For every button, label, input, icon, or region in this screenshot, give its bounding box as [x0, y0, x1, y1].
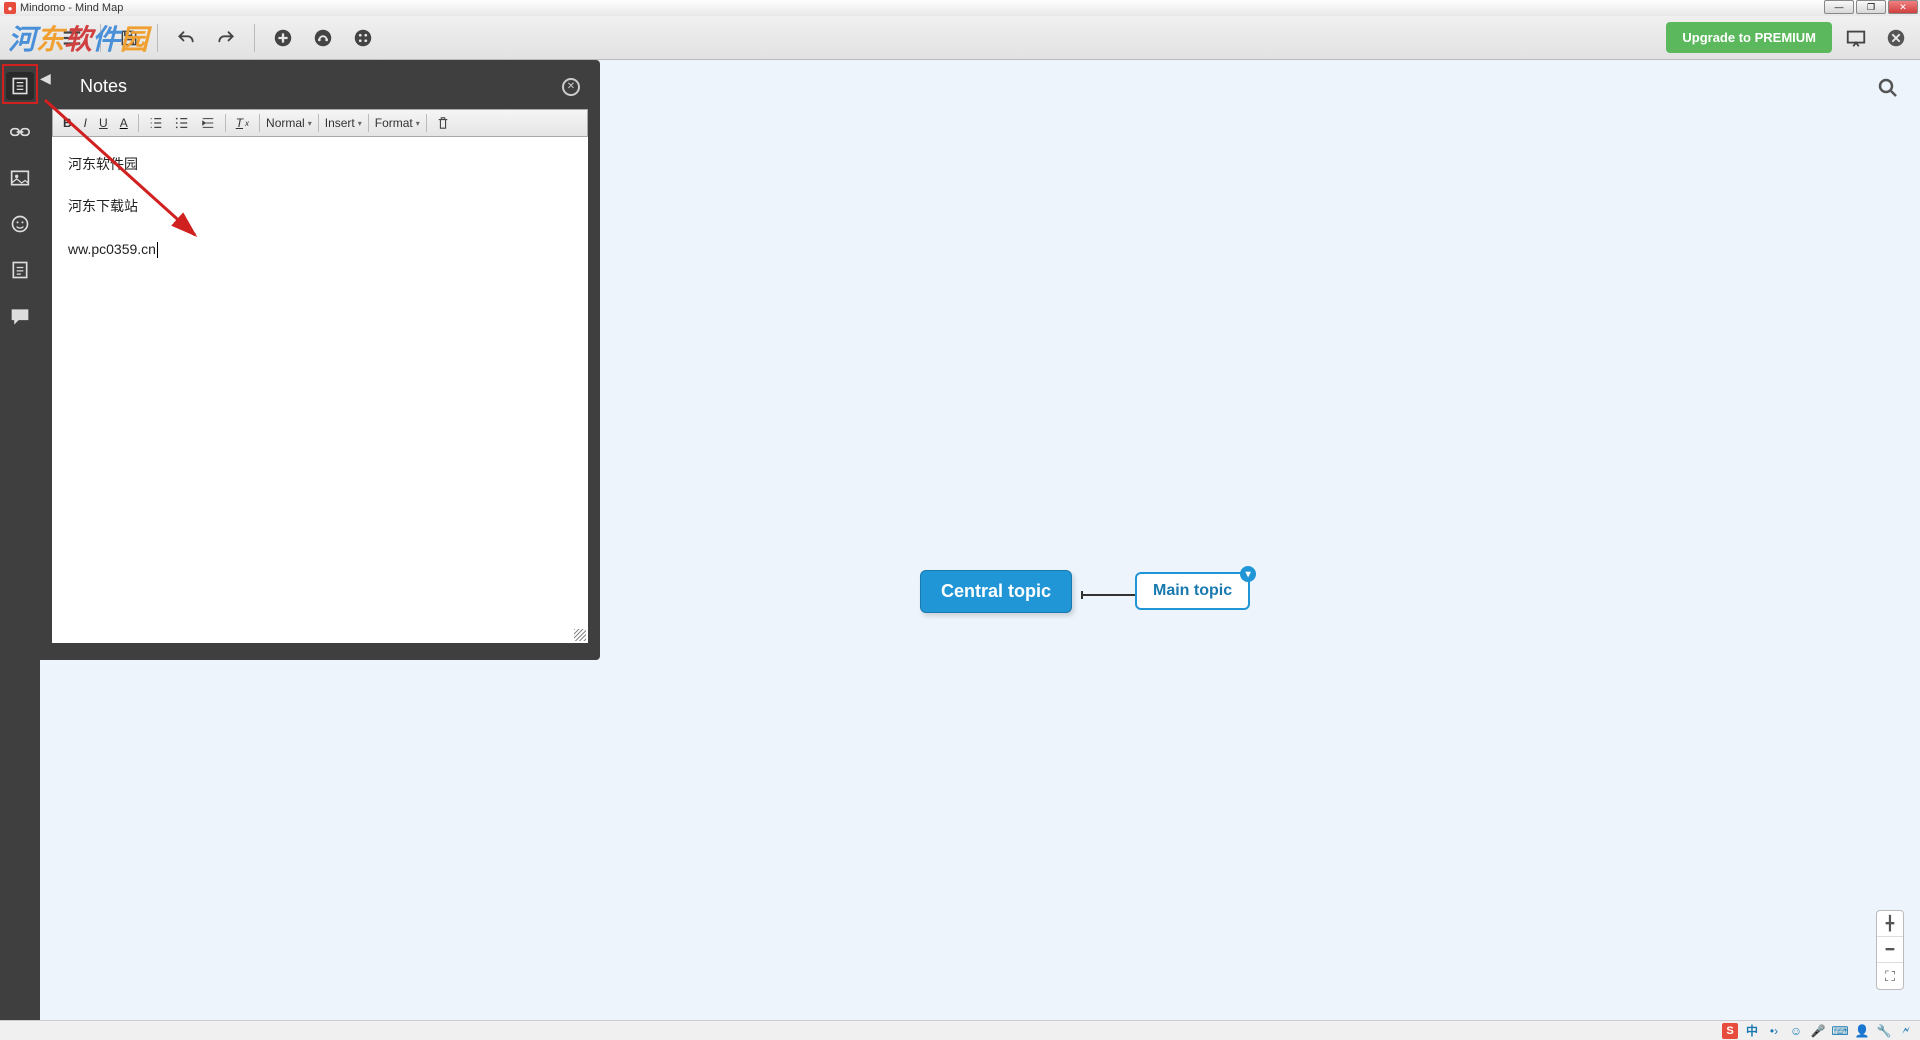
fit-button[interactable]: ⛶ [1877, 963, 1903, 989]
notes-close-button[interactable]: ✕ [562, 78, 580, 96]
clear-format-button[interactable]: Tx [232, 114, 253, 132]
zoom-controls: ╋ ━ ⛶ [1876, 910, 1904, 990]
main-toolbar: Upgrade to PREMIUM [0, 16, 1920, 60]
relationship-button[interactable] [307, 22, 339, 54]
notes-editor[interactable]: 河东软件园 河东下载站 ww.pc0359.cn [52, 137, 588, 643]
task-tab[interactable] [6, 256, 34, 284]
main-topic-label: Main topic [1153, 582, 1232, 599]
side-toolbar [0, 60, 40, 1020]
notes-line: ww.pc0359.cn [68, 238, 572, 260]
menu-button[interactable] [56, 22, 88, 54]
indent-button[interactable] [197, 114, 219, 132]
links-tab[interactable] [6, 118, 34, 146]
central-topic-node[interactable]: Central topic [920, 570, 1072, 613]
insert-menu[interactable]: Insert ▾ [325, 116, 362, 130]
app-icon: ● [4, 2, 16, 14]
tray-wrench-icon[interactable]: 🗲 [1898, 1023, 1914, 1039]
style-select[interactable]: Normal ▾ [266, 116, 312, 130]
window-titlebar: ● Mindomo - Mind Map — ❐ ✕ [0, 0, 1920, 16]
topic-connector [1083, 594, 1135, 596]
collapse-panel-button[interactable]: ◀ [40, 70, 51, 87]
notes-panel: Notes ✕ B I U A Tx Normal ▾ Insert ▾ For… [40, 60, 600, 660]
delete-button[interactable] [433, 114, 453, 132]
tray-smiley-icon[interactable]: ☺ [1788, 1023, 1804, 1039]
format-menu[interactable]: Format ▾ [375, 116, 420, 130]
topic-notes-badge[interactable]: ▾ [1240, 566, 1256, 582]
italic-button[interactable]: I [80, 114, 91, 132]
tray-user-icon[interactable]: 👤 [1854, 1023, 1870, 1039]
comments-tab[interactable] [6, 302, 34, 330]
notes-format-toolbar: B I U A Tx Normal ▾ Insert ▾ Format ▾ [52, 109, 588, 137]
tray-mic-icon[interactable]: 🎤 [1810, 1023, 1826, 1039]
save-button[interactable] [113, 22, 145, 54]
notes-tab[interactable] [6, 72, 34, 100]
bold-button[interactable]: B [59, 114, 76, 132]
search-button[interactable] [1876, 76, 1900, 100]
ime-icon[interactable]: S [1722, 1023, 1738, 1039]
tray-keyboard-icon[interactable]: ⌨ [1832, 1023, 1848, 1039]
tray-tool-icon[interactable]: 🔧 [1876, 1023, 1892, 1039]
redo-button[interactable] [210, 22, 242, 54]
notes-line: 河东下载站 [68, 195, 572, 217]
main-topic-node[interactable]: Main topic ▾ [1135, 572, 1250, 610]
upgrade-button[interactable]: Upgrade to PREMIUM [1666, 22, 1832, 53]
notes-line: 河东软件园 [68, 153, 572, 175]
zoom-out-button[interactable]: ━ [1877, 937, 1903, 963]
close-window-button[interactable]: ✕ [1888, 0, 1918, 14]
ime-lang[interactable]: 中 [1744, 1023, 1760, 1039]
bullet-list-button[interactable] [171, 114, 193, 132]
text-color-button[interactable]: A [116, 114, 132, 132]
underline-button[interactable]: U [95, 114, 112, 132]
theme-button[interactable] [347, 22, 379, 54]
zoom-in-button[interactable]: ╋ [1877, 911, 1903, 937]
close-panel-button[interactable] [1880, 22, 1912, 54]
system-tray: S 中 •› ☺ 🎤 ⌨ 👤 🔧 🗲 [0, 1020, 1920, 1040]
minimize-button[interactable]: — [1824, 0, 1854, 14]
maximize-button[interactable]: ❐ [1856, 0, 1886, 14]
resize-handle[interactable] [574, 629, 586, 641]
title-app: Mindomo - Mind Map [20, 2, 123, 14]
emoji-tab[interactable] [6, 210, 34, 238]
image-tab[interactable] [6, 164, 34, 192]
undo-button[interactable] [170, 22, 202, 54]
tray-icon-1[interactable]: •› [1766, 1023, 1782, 1039]
add-topic-button[interactable] [267, 22, 299, 54]
notes-title: Notes [80, 76, 127, 97]
numbered-list-button[interactable] [145, 114, 167, 132]
present-button[interactable] [1840, 22, 1872, 54]
